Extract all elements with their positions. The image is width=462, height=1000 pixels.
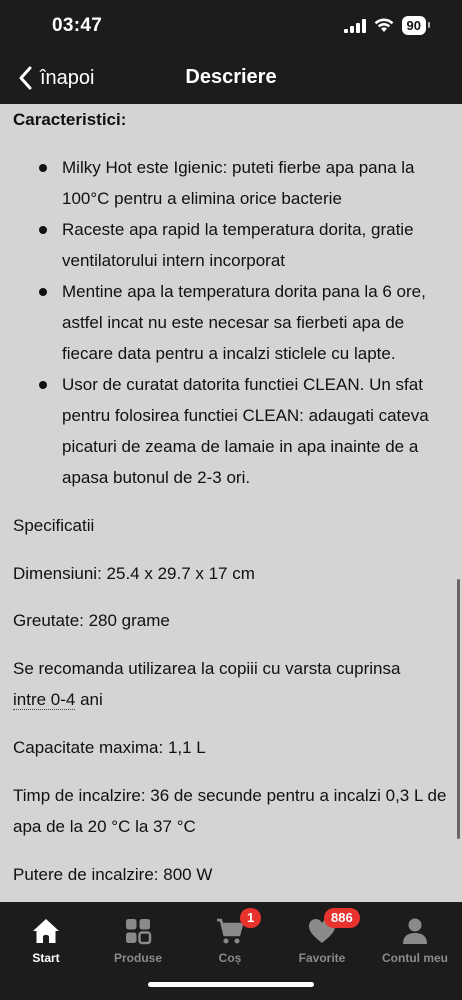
age-recommendation-lead: Se recomanda utilizarea la copiii cu var…	[13, 659, 401, 678]
power-text: Putere de incalzire: 800 W	[13, 865, 213, 884]
grid-icon	[126, 919, 152, 945]
cellular-signal-icon	[343, 18, 366, 33]
tab-label: Favorite	[298, 951, 346, 965]
age-range-link[interactable]: intre 0-4	[13, 690, 76, 710]
tab-products[interactable]: Produse	[92, 916, 184, 965]
favorites-badge: 886	[324, 908, 360, 928]
dimensions-text: Dimensiuni: 25.4 x 29.7 x 17 cm	[13, 564, 255, 583]
scrollbar[interactable]	[457, 579, 460, 839]
tab-account[interactable]: Contul meu	[368, 916, 462, 965]
list-item: Milky Hot este Igienic: puteti fierbe ap…	[39, 152, 447, 214]
tab-start[interactable]: Start	[0, 916, 92, 965]
user-icon	[403, 918, 427, 944]
description-content[interactable]: Caracteristici: Milky Hot este Igienic: …	[0, 104, 462, 902]
status-time: 03:47	[52, 15, 103, 36]
age-recommendation-text: Se recomanda utilizarea la copiii cu var…	[13, 653, 453, 715]
list-item: Mentine apa la temperatura dorita pana l…	[39, 276, 447, 369]
status-indicators: 90	[343, 16, 431, 35]
home-indicator	[148, 982, 314, 987]
tab-favorites[interactable]: Favorite 886	[276, 908, 368, 965]
tab-label: Start	[32, 951, 60, 965]
list-item: Raceste apa rapid la temperatura dorita,…	[39, 214, 447, 276]
tab-cart[interactable]: Coș 1	[184, 908, 276, 965]
specs-heading: Specificatii	[13, 516, 95, 535]
features-list: Milky Hot este Igienic: puteti fierbe ap…	[39, 152, 447, 493]
list-item: Usor de curatat datorita functiei CLEAN.…	[39, 369, 447, 493]
wifi-icon	[374, 18, 393, 32]
capacity-text: Capacitate maxima: 1,1 L	[13, 738, 206, 757]
battery-indicator: 90	[401, 16, 431, 35]
status-bar: 03:47 90	[0, 0, 462, 52]
tab-label: Produse	[113, 951, 162, 965]
page-title: Descriere	[185, 66, 277, 88]
tab-bar: Start Produse Coș 1 Favorite 886 Contul …	[0, 902, 462, 1000]
navigation-bar: înapoi Descriere	[0, 52, 462, 104]
cart-badge: 1	[240, 908, 262, 928]
section-heading: Caracteristici:	[13, 110, 127, 129]
tab-label: Contul meu	[382, 951, 448, 965]
age-suffix: ani	[75, 690, 103, 709]
tab-label: Coș	[218, 951, 242, 965]
weight-text: Greutate: 280 grame	[13, 611, 170, 630]
heating-time-text: Timp de incalzire: 36 de secunde pentru …	[13, 786, 447, 836]
home-icon	[33, 919, 59, 943]
